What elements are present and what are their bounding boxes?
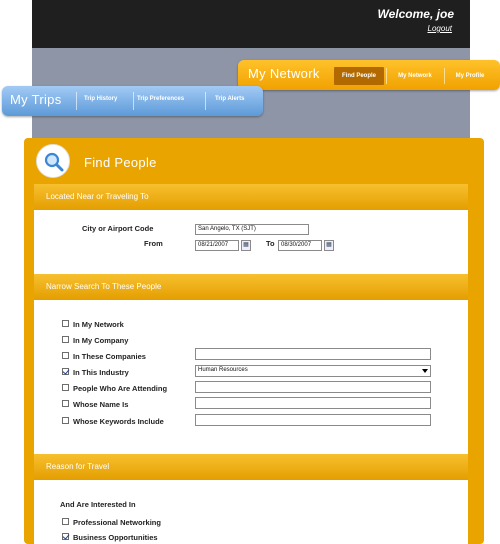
section-title: Narrow Search To These People — [46, 282, 162, 291]
city-input[interactable]: San Angelo, TX (SJT) — [195, 224, 309, 235]
find-people-panel: Find People Located Near or Traveling To… — [24, 138, 484, 544]
nav-divider — [386, 68, 387, 84]
checkbox-label: In These Companies — [73, 352, 146, 361]
in-my-company-checkbox[interactable] — [62, 336, 69, 343]
my-network-title: My Network — [248, 66, 320, 81]
narrow-section-body: In My Network In My Company In These Com… — [34, 300, 468, 456]
section-title: Located Near or Traveling To — [46, 192, 149, 201]
welcome-text: Welcome, joe — [377, 7, 454, 21]
travel-section-body: And Are Interested In Professional Netwo… — [34, 480, 468, 544]
keywords-input[interactable] — [195, 414, 431, 426]
calendar-icon[interactable]: ▦ — [241, 240, 251, 251]
checkbox-label: In My Company — [73, 336, 129, 345]
from-date-input[interactable]: 08/21/2007 — [195, 240, 239, 251]
industry-select[interactable]: Human Resources — [195, 365, 431, 377]
nav-divider — [76, 92, 77, 110]
companies-input[interactable] — [195, 348, 431, 360]
panel-header: Find People — [24, 138, 484, 184]
name-input[interactable] — [195, 397, 431, 409]
to-label: To — [266, 239, 275, 248]
tab-find-people[interactable]: Find People — [334, 67, 384, 85]
magnifier-icon — [36, 144, 70, 178]
professional-networking-checkbox[interactable] — [62, 518, 69, 525]
nav-divider — [205, 92, 206, 110]
location-section-body: City or Airport Code San Angelo, TX (SJT… — [34, 210, 468, 274]
narrow-section-header: Narrow Search To These People — [34, 274, 468, 300]
to-date-input[interactable]: 08/30/2007 — [278, 240, 322, 251]
calendar-icon[interactable]: ▦ — [324, 240, 334, 251]
business-opportunities-checkbox[interactable] — [62, 533, 69, 540]
checkbox-label: Professional Networking — [73, 518, 161, 527]
nav-divider — [133, 92, 134, 110]
name-is-checkbox[interactable] — [62, 400, 69, 407]
my-network-nav: My Network Find People My Network My Pro… — [238, 60, 500, 90]
from-label: From — [144, 239, 163, 248]
in-this-industry-checkbox[interactable] — [62, 368, 69, 375]
my-trips-nav: My Trips Trip History Trip Preferences T… — [2, 86, 263, 116]
checkbox-label: Business Opportunities — [73, 533, 158, 542]
checkbox-label: Whose Name Is — [73, 400, 129, 409]
tab-my-network[interactable]: My Network — [388, 67, 442, 85]
tab-trip-preferences[interactable]: Trip Preferences — [137, 96, 184, 102]
keywords-checkbox[interactable] — [62, 417, 69, 424]
location-section-header: Located Near or Traveling To — [34, 184, 468, 210]
page-title: Find People — [84, 155, 157, 170]
checkbox-label: Whose Keywords Include — [73, 417, 164, 426]
in-these-companies-checkbox[interactable] — [62, 352, 69, 359]
select-value: Human Resources — [198, 367, 248, 373]
attending-checkbox[interactable] — [62, 384, 69, 391]
tab-trip-history[interactable]: Trip History — [84, 96, 117, 102]
city-label: City or Airport Code — [82, 224, 154, 233]
section-title: Reason for Travel — [46, 462, 110, 471]
tab-my-profile[interactable]: My Profile — [446, 67, 494, 85]
in-my-network-checkbox[interactable] — [62, 320, 69, 327]
checkbox-label: In My Network — [73, 320, 124, 329]
attending-input[interactable] — [195, 381, 431, 393]
checkbox-label: People Who Are Attending — [73, 384, 168, 393]
my-trips-title: My Trips — [10, 92, 62, 107]
logout-link[interactable]: Logout — [428, 24, 452, 33]
tab-trip-alerts[interactable]: Trip Alerts — [215, 96, 244, 102]
chevron-down-icon — [422, 369, 428, 373]
travel-section-header: Reason for Travel — [34, 454, 468, 480]
top-bar: Welcome, joe Logout — [32, 0, 470, 48]
interest-label: And Are Interested In — [60, 500, 136, 509]
checkbox-label: In This Industry — [73, 368, 129, 377]
nav-divider — [444, 68, 445, 84]
